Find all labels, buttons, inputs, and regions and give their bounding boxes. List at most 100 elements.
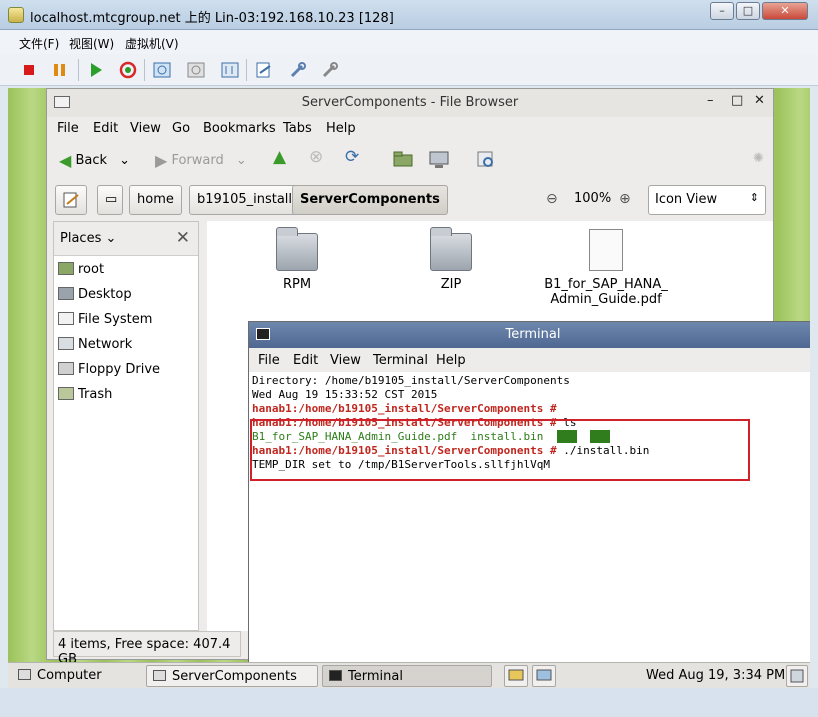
home-folder-icon[interactable] (393, 151, 413, 171)
desktop-icon (58, 287, 74, 300)
task-label: Terminal (348, 669, 403, 684)
place-desktop[interactable]: Desktop (58, 287, 132, 309)
terminal-window: Terminal File Edit View Terminal Help Di… (248, 321, 810, 671)
close-button[interactable]: ✕ (762, 2, 808, 20)
path-b19105-install[interactable]: b19105_install (189, 185, 301, 215)
terminal-prompt: hanab1:/home/b19105_install/ServerCompon… (252, 402, 557, 415)
place-file-system[interactable]: File System (58, 312, 152, 334)
fb-menu-help[interactable]: Help (326, 121, 356, 136)
path-scroll-left-button[interactable]: ▭ (97, 185, 123, 215)
term-menu-help[interactable]: Help (436, 353, 466, 368)
file-browser-titlebar: ServerComponents - File Browser – □ ✕ (47, 89, 773, 117)
folder-icon (58, 262, 74, 275)
pause-icon[interactable] (50, 60, 70, 80)
outer-titlebar: localhost.mtcgroup.net 上的 Lin-03:192.168… (0, 0, 818, 30)
file-browser-menubar: File Edit View Go Bookmarks Tabs Help (47, 117, 773, 141)
forward-arrow-icon: ▶ (155, 151, 168, 170)
forward-button[interactable]: ▶ Forward ⌄ (155, 151, 247, 170)
view-mode-value: Icon View (655, 192, 718, 207)
floppy-icon (58, 362, 74, 375)
file-item-rpm[interactable]: RPM (267, 227, 327, 292)
chevron-down-icon: ⌄ (105, 231, 117, 246)
fb-menu-bookmarks[interactable]: Bookmarks (203, 121, 276, 136)
places-header: Places ⌄ ✕ (54, 222, 198, 256)
path-home[interactable]: home (129, 185, 182, 215)
term-menu-file[interactable]: File (258, 353, 280, 368)
file-item-admin-guide[interactable]: B1_for_SAP_HANA_ Admin_Guide.pdf (537, 229, 675, 307)
back-label: Back (75, 153, 108, 168)
path-bar: ▭ home b19105_install ServerComponents ⊖… (47, 181, 773, 219)
fb-menu-file[interactable]: File (57, 121, 79, 136)
reload-icon[interactable]: ⟳ (345, 147, 359, 167)
fb-minimize-button[interactable]: – (707, 93, 714, 108)
place-label: Floppy Drive (78, 362, 161, 377)
close-sidebar-icon[interactable]: ✕ (176, 228, 190, 248)
snapshot-icon[interactable] (152, 60, 172, 80)
forward-history-chevron-icon[interactable]: ⌄ (236, 153, 247, 168)
folder-icon (276, 227, 318, 271)
outer-window-title: localhost.mtcgroup.net 上的 Lin-03:192.168… (30, 11, 394, 26)
place-label: Trash (78, 387, 113, 402)
fb-menu-view[interactable]: View (130, 121, 161, 136)
vmware-icon (8, 7, 24, 23)
back-button[interactable]: ◀ Back ⌄ (59, 151, 130, 170)
tray-monitor-icon[interactable] (504, 665, 528, 687)
place-floppy-drive[interactable]: Floppy Drive (58, 362, 160, 384)
revert-icon[interactable] (186, 60, 206, 80)
stop-loading-icon[interactable]: ⊗ (309, 147, 323, 167)
term-menu-edit[interactable]: Edit (293, 353, 318, 368)
forward-label: Forward (171, 153, 224, 168)
preferences-icon[interactable] (254, 60, 274, 80)
minimize-button[interactable]: – (710, 2, 734, 20)
term-menu-view[interactable]: View (330, 353, 361, 368)
tools-icon[interactable] (288, 60, 308, 80)
terminal-titlebar: Terminal (249, 322, 810, 348)
reset-icon[interactable] (118, 60, 138, 80)
file-name-line2: Admin_Guide.pdf (550, 292, 662, 307)
fb-menu-go[interactable]: Go (172, 121, 190, 136)
place-label: File System (78, 312, 153, 327)
settings-icon[interactable] (320, 60, 340, 80)
zoom-out-icon[interactable]: ⊖ (546, 191, 558, 207)
place-trash[interactable]: Trash (58, 387, 112, 409)
activity-spinner-icon: ✺ (753, 151, 764, 166)
tray-network-icon[interactable] (532, 665, 556, 687)
task-terminal[interactable]: Terminal (322, 665, 492, 687)
show-computer-button[interactable]: Computer (12, 665, 108, 687)
show-desktop-icon[interactable] (786, 665, 808, 687)
zoom-in-icon[interactable]: ⊕ (619, 191, 631, 207)
view-mode-select[interactable]: Icon View ⇕ (648, 185, 766, 215)
terminal-output[interactable]: Directory: /home/b19105_install/ServerCo… (252, 374, 810, 664)
places-sidebar: Places ⌄ ✕ root Desktop File System Netw… (53, 221, 199, 631)
edit-location-button[interactable] (55, 185, 87, 215)
file-item-zip[interactable]: ZIP (421, 227, 481, 292)
maximize-button[interactable]: □ (736, 2, 760, 20)
path-servercomponents[interactable]: ServerComponents (292, 185, 448, 215)
place-root[interactable]: root (58, 262, 104, 284)
task-file-browser[interactable]: ServerComponents -... (146, 665, 318, 699)
fb-menu-edit[interactable]: Edit (93, 121, 118, 136)
terminal-title: Terminal (505, 327, 561, 342)
place-network[interactable]: Network (58, 337, 132, 359)
fb-maximize-button[interactable]: □ (731, 93, 743, 108)
taskbar-clock[interactable]: Wed Aug 19, 3:34 PM (646, 668, 785, 683)
menu-file[interactable]: 文件(F) (19, 35, 59, 52)
fb-menu-tabs[interactable]: Tabs (283, 121, 312, 136)
fb-close-button[interactable]: ✕ (754, 93, 765, 108)
stop-icon[interactable] (19, 60, 39, 80)
places-dropdown[interactable]: Places ⌄ (60, 231, 116, 246)
pdf-document-icon (589, 229, 623, 271)
zoom-level: 100% (574, 191, 612, 206)
place-label: Network (78, 337, 133, 352)
menu-vm[interactable]: 虚拟机(V) (125, 35, 179, 52)
up-arrow-icon[interactable]: ▲ (273, 147, 286, 167)
guest-desktop: ServerComponents - File Browser – □ ✕ Fi… (8, 88, 810, 688)
terminal-line: Wed Aug 19 15:33:52 CST 2015 (252, 388, 438, 401)
play-icon[interactable] (86, 60, 106, 80)
back-history-chevron-icon[interactable]: ⌄ (119, 153, 130, 168)
computer-icon[interactable] (429, 151, 449, 173)
search-icon[interactable] (477, 151, 497, 173)
term-menu-terminal[interactable]: Terminal (373, 353, 428, 368)
menu-view[interactable]: 视图(W) (69, 35, 114, 52)
manage-snapshots-icon[interactable] (220, 60, 240, 80)
